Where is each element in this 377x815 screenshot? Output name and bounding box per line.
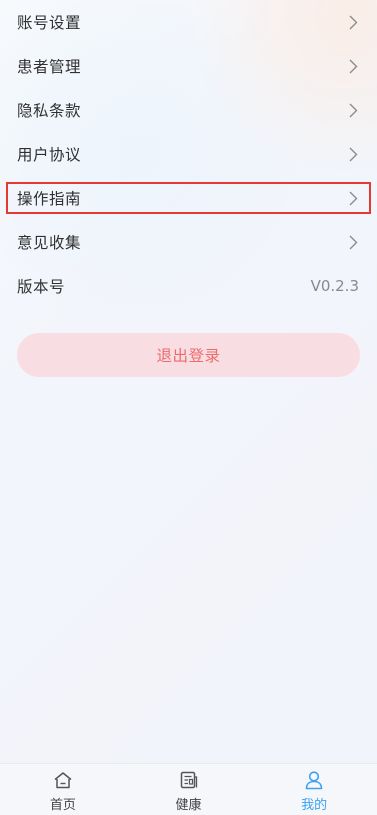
- menu-item-label: 隐私条款: [17, 102, 82, 120]
- user-icon: [303, 769, 325, 791]
- menu-item-label: 版本号: [17, 278, 66, 296]
- menu-item-label: 患者管理: [17, 58, 82, 76]
- menu-item-account-settings[interactable]: 账号设置: [0, 0, 377, 44]
- menu-item-user-agreement[interactable]: 用户协议: [0, 132, 377, 176]
- tab-label: 首页: [49, 798, 76, 813]
- home-icon: [52, 769, 74, 791]
- bottom-tab-bar: 首页 健康 我的: [0, 763, 377, 815]
- menu-item-patient-management[interactable]: 患者管理: [0, 44, 377, 88]
- tab-label: 我的: [301, 798, 328, 813]
- tab-health[interactable]: 健康: [126, 764, 252, 815]
- menu-item-version: 版本号 V0.2.3: [0, 264, 377, 308]
- chevron-right-icon: [348, 58, 358, 74]
- menu-item-label: 意见收集: [17, 234, 82, 252]
- menu-item-feedback[interactable]: 意见收集: [0, 220, 377, 264]
- menu-item-operation-guide[interactable]: 操作指南: [6, 182, 371, 214]
- tab-mine[interactable]: 我的: [251, 764, 377, 815]
- chevron-right-icon: [348, 102, 358, 118]
- chevron-right-icon: [348, 234, 358, 250]
- version-value: V0.2.3: [310, 277, 359, 295]
- health-record-icon: [178, 769, 200, 791]
- chevron-right-icon: [348, 146, 358, 162]
- menu-item-operation-guide-wrap: 操作指南: [0, 176, 377, 220]
- tab-label: 健康: [175, 798, 202, 813]
- menu-item-label: 操作指南: [17, 190, 82, 208]
- chevron-right-icon: [348, 190, 358, 206]
- logout-button[interactable]: 退出登录: [17, 333, 360, 377]
- menu-item-privacy-terms[interactable]: 隐私条款: [0, 88, 377, 132]
- menu-item-label: 账号设置: [17, 14, 82, 32]
- tab-home[interactable]: 首页: [0, 764, 126, 815]
- menu-item-label: 用户协议: [17, 146, 82, 164]
- chevron-right-icon: [348, 14, 358, 30]
- settings-menu: 账号设置 患者管理 隐私条款 用户协议 操作指南 意见收集 版本号 V0.2.3: [0, 0, 377, 308]
- logout-area: 退出登录: [17, 333, 360, 377]
